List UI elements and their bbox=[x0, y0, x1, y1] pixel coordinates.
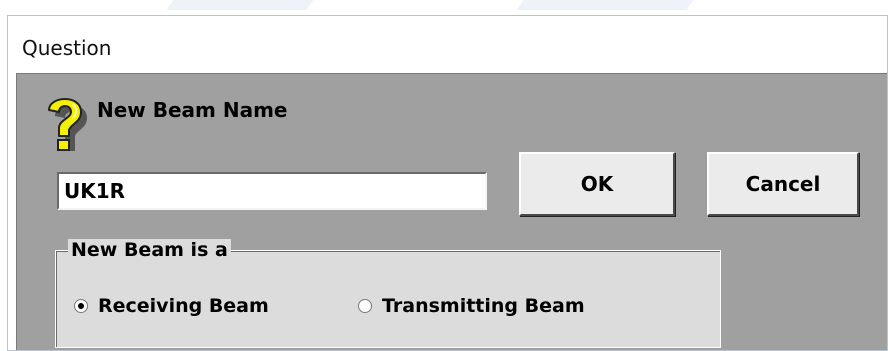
beam-type-groupbox: New Beam is a Receiving Beam Transmittin… bbox=[55, 239, 721, 348]
groupbox-legend: New Beam is a bbox=[68, 239, 231, 261]
window-title: Question bbox=[22, 36, 112, 60]
background-stripe bbox=[516, 0, 694, 10]
dialog-client-area: New Beam Name OK Cancel New Beam is a Re… bbox=[16, 73, 887, 350]
transmitting-beam-radio[interactable]: Transmitting Beam bbox=[358, 295, 585, 317]
cancel-button[interactable]: Cancel bbox=[707, 152, 859, 216]
receiving-beam-label: Receiving Beam bbox=[98, 295, 269, 317]
ok-button[interactable]: OK bbox=[519, 152, 675, 216]
radio-unselected-icon[interactable] bbox=[358, 299, 372, 313]
receiving-beam-radio[interactable]: Receiving Beam bbox=[74, 295, 269, 317]
radio-selected-icon[interactable] bbox=[74, 299, 88, 313]
transmitting-beam-label: Transmitting Beam bbox=[382, 295, 585, 317]
question-mark-icon bbox=[48, 98, 87, 151]
background-stripe bbox=[166, 0, 314, 10]
question-dialog: Question New Beam Name OK Cancel New Bea… bbox=[7, 15, 888, 351]
title-bar: Question bbox=[8, 16, 887, 73]
beam-name-input[interactable] bbox=[57, 172, 487, 210]
dialog-heading: New Beam Name bbox=[97, 98, 288, 122]
